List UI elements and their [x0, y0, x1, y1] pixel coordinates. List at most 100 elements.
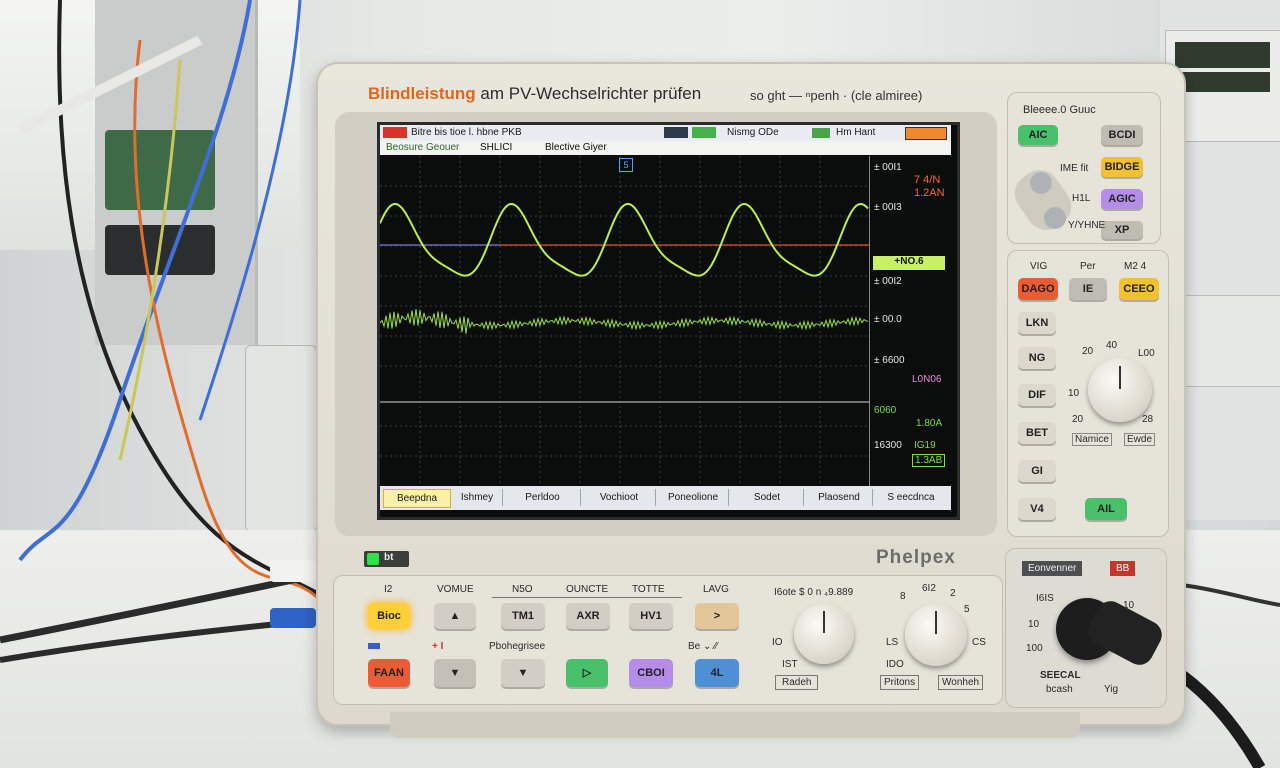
status-flag-icon [383, 127, 407, 138]
ceeo-button[interactable]: CEEO [1119, 278, 1159, 300]
be-label: Be ⌄ ⁄⁄ [688, 641, 718, 652]
softkey[interactable]: Plaosend [806, 489, 873, 506]
front-label: TOTTE [632, 584, 665, 595]
connector-scale: 100 [1026, 643, 1043, 654]
lkn-button[interactable]: LKN [1018, 312, 1056, 334]
blue-indicator [368, 643, 380, 649]
readout-orange: 1.2AN [914, 187, 945, 199]
mode-panel-title: Bleeee.0 Guuc [1023, 104, 1096, 116]
menu-item[interactable]: Beosure Geouer [386, 142, 459, 153]
knob-scale: IDO [886, 659, 904, 670]
noise-waveform [380, 308, 869, 334]
readout: ± 00I3 [874, 202, 902, 213]
cboi-button[interactable]: CBOI [629, 659, 673, 687]
dial-scale: 20 [1072, 414, 1084, 425]
knob-scale: 6I2 [922, 583, 936, 594]
readout-green: 6060 [874, 405, 897, 416]
ng-button[interactable]: NG [1018, 347, 1056, 369]
softkey[interactable]: Vochioot [583, 489, 656, 506]
dial-scale: 28 [1142, 414, 1154, 425]
softkey[interactable]: Beepdna [383, 489, 451, 508]
knob-scale: IO [772, 637, 783, 648]
connector-title: Eonvenner [1022, 561, 1083, 576]
softkey[interactable]: Ishmey [452, 489, 503, 506]
dial-label: Ewde [1124, 433, 1156, 446]
bioc-button[interactable]: Bioc [368, 603, 410, 629]
waveform-area[interactable] [380, 156, 869, 486]
menu-item[interactable]: Blective Giyer [545, 142, 607, 153]
dial-scale: L00 [1138, 348, 1155, 359]
axr-button[interactable]: AXR [566, 603, 610, 629]
bcdi-button[interactable]: BCDI [1101, 125, 1143, 145]
front-label: OUNCTE [566, 584, 609, 595]
softkey[interactable]: Poneolione [658, 489, 729, 506]
readout: ± 00I2 [874, 276, 902, 287]
down-button[interactable]: ▼ [434, 659, 476, 687]
ie-button[interactable]: IE [1069, 278, 1107, 300]
readout: ± 00I1 [874, 162, 902, 173]
readout-magenta: L0N06 [912, 374, 942, 385]
bet-button[interactable]: BET [1018, 422, 1056, 444]
softkey[interactable]: S eecdnca [875, 489, 947, 506]
tm1-button[interactable]: TM1 [501, 603, 545, 629]
front-label: LAVG [703, 584, 729, 595]
dif-button[interactable]: DIF [1018, 384, 1056, 406]
readout: 16300 [874, 440, 902, 451]
knob-scale: CS [972, 637, 986, 648]
device-foot [390, 712, 1080, 738]
hv1-button[interactable]: HV1 [629, 603, 673, 629]
screen-menu-bar [380, 141, 951, 155]
play-button[interactable]: ▷ [566, 659, 608, 687]
device-title: Blindleistung am PV-Wechselrichter prüfe… [368, 84, 701, 104]
mode-label: IME fit [1060, 163, 1089, 174]
rocker-knob[interactable] [1044, 207, 1066, 229]
softkey[interactable]: Sodet [731, 489, 804, 506]
brand-logo: Phelpex [876, 547, 956, 568]
readout: ± 00.0 [874, 314, 902, 325]
dial-scale: 10 [1068, 388, 1080, 399]
title-text: am PV-Wechselrichter prüfen [480, 84, 702, 103]
down-button-2[interactable]: ▼ [501, 659, 545, 687]
right-device-lower [1180, 295, 1280, 387]
readout: ± 6600 [874, 355, 905, 366]
xp-button[interactable]: XP [1101, 221, 1143, 239]
front-label: I2 [384, 584, 393, 595]
softkey[interactable]: Perldoo [505, 489, 581, 506]
connector-label: Yig [1104, 684, 1119, 695]
faan-button[interactable]: FAAN [368, 659, 410, 687]
mode-label: Y/YHNE [1068, 220, 1106, 231]
knob-scale: I6ote $ 0 n ₄9.889 [774, 587, 854, 598]
knob-scale: LS [886, 637, 899, 648]
aic-button[interactable]: AIC [1018, 125, 1058, 145]
panel-label: M2 4 [1124, 261, 1147, 272]
v4-button[interactable]: V4 [1018, 498, 1056, 520]
timebase-knob[interactable] [794, 604, 854, 664]
range-knob[interactable] [1088, 358, 1152, 422]
volts-knob[interactable] [905, 604, 967, 666]
ail-button[interactable]: AIL [1085, 498, 1127, 520]
connector-label: SEECAL [1040, 670, 1081, 681]
knob-scale: 2 [950, 588, 956, 599]
plus-label: + I [432, 641, 444, 652]
up-button[interactable]: ▲ [434, 603, 476, 629]
panel-label: Per [1080, 261, 1096, 272]
4l-button[interactable]: 4L [695, 659, 739, 687]
dago-button[interactable]: DAGO [1018, 278, 1058, 300]
menu-item[interactable]: SHLICI [480, 142, 512, 153]
dial-scale: 40 [1106, 340, 1118, 351]
bidge-button[interactable]: BIDGE [1101, 157, 1143, 177]
connector-label: bcash [1046, 684, 1073, 695]
knob-label: Pritons [880, 675, 920, 690]
readout-highlight: +NO.6 [873, 256, 945, 270]
gi-button[interactable]: GI [1018, 460, 1056, 482]
agic-button[interactable]: AGIC [1101, 189, 1143, 209]
knob-scale: 5 [964, 604, 970, 615]
trigger-marker[interactable]: 5 [619, 158, 633, 172]
status-badge [664, 127, 688, 138]
auxiliary-device [245, 345, 317, 532]
next-button[interactable]: > [695, 603, 739, 629]
rocker-knob[interactable] [1030, 172, 1052, 194]
connector-block [105, 225, 215, 275]
readout-orange: 7 4/N [914, 174, 941, 186]
front-label: N5O [512, 584, 533, 595]
